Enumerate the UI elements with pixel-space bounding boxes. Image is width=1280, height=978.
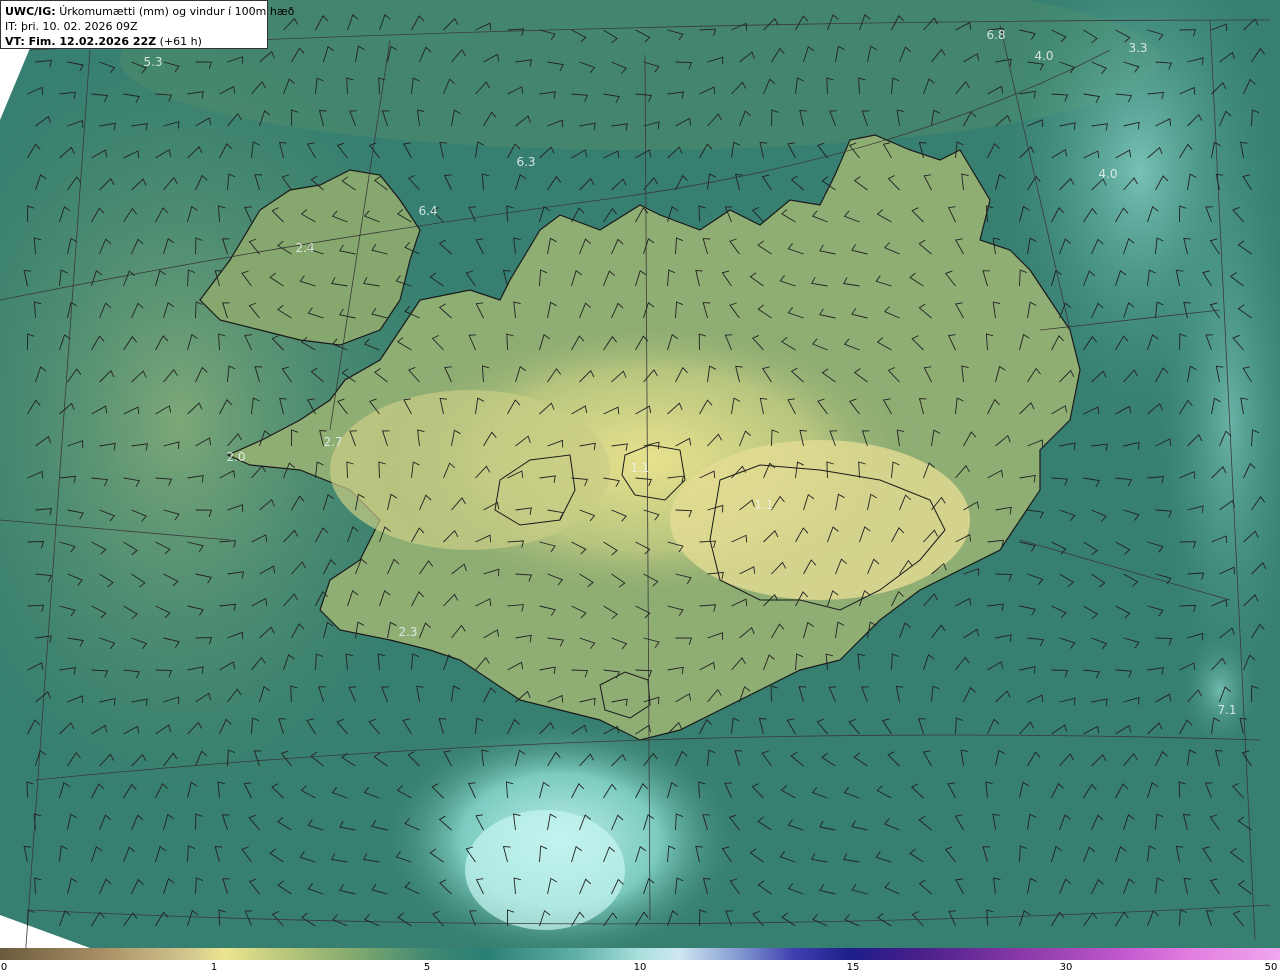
- colorbar-tick: 1: [210, 962, 218, 973]
- value-label: 6.8: [986, 28, 1006, 42]
- east-cyan-blob: [1180, 630, 1260, 750]
- valid-time: VT: Fim. 12.02.2026 22Z: [5, 35, 157, 48]
- colorbar: [0, 948, 1280, 960]
- colorbar-tick: 50: [1264, 962, 1278, 973]
- colorbar-tick: 15: [846, 962, 860, 973]
- map-area[interactable]: 5.3 6.8 4.0 6.3 6.4 4.0 2.4 2.7 2.0 1.1 …: [0, 0, 1280, 948]
- value-label: 7.1: [1217, 703, 1237, 717]
- init-time: IT: þri. 10. 02. 2026 09Z: [5, 20, 138, 33]
- colorbar-tick: 0: [0, 962, 8, 973]
- value-label: 1.1: [754, 498, 774, 512]
- colorbar-tick: 5: [423, 962, 431, 973]
- colorbar-tick: 10: [633, 962, 647, 973]
- highland-west: [330, 390, 610, 550]
- product-title: Úrkomumætti (mm) og vindur í 100m hæð: [59, 5, 295, 18]
- lead-time: (+61 h): [159, 35, 202, 48]
- product-title-line: UWC/IG: Úrkomumætti (mm) og vindur í 100…: [5, 4, 294, 19]
- colorbar-tick: 30: [1059, 962, 1073, 973]
- value-label: 2.3: [398, 625, 418, 639]
- value-label: 2.0: [226, 450, 246, 464]
- value-label: 1.1: [630, 461, 650, 475]
- value-label: 3.3: [1128, 41, 1148, 55]
- value-label: 4.0: [1098, 167, 1118, 181]
- forecast-info-box: UWC/IG: Úrkomumætti (mm) og vindur í 100…: [0, 0, 294, 49]
- highland-vatnajokull: [670, 440, 970, 600]
- value-label: 6.3: [516, 155, 536, 169]
- model-name: UWC/IG:: [5, 5, 56, 18]
- valid-time-line: VT: Fim. 12.02.2026 22Z (+61 h): [5, 34, 263, 49]
- value-label: 5.3: [143, 55, 163, 69]
- value-label: 2.7: [323, 435, 343, 449]
- south-cyan-core: [465, 810, 625, 930]
- value-label: 2.4: [295, 241, 315, 255]
- value-label: 4.0: [1034, 49, 1054, 63]
- value-label: 6.4: [418, 204, 438, 218]
